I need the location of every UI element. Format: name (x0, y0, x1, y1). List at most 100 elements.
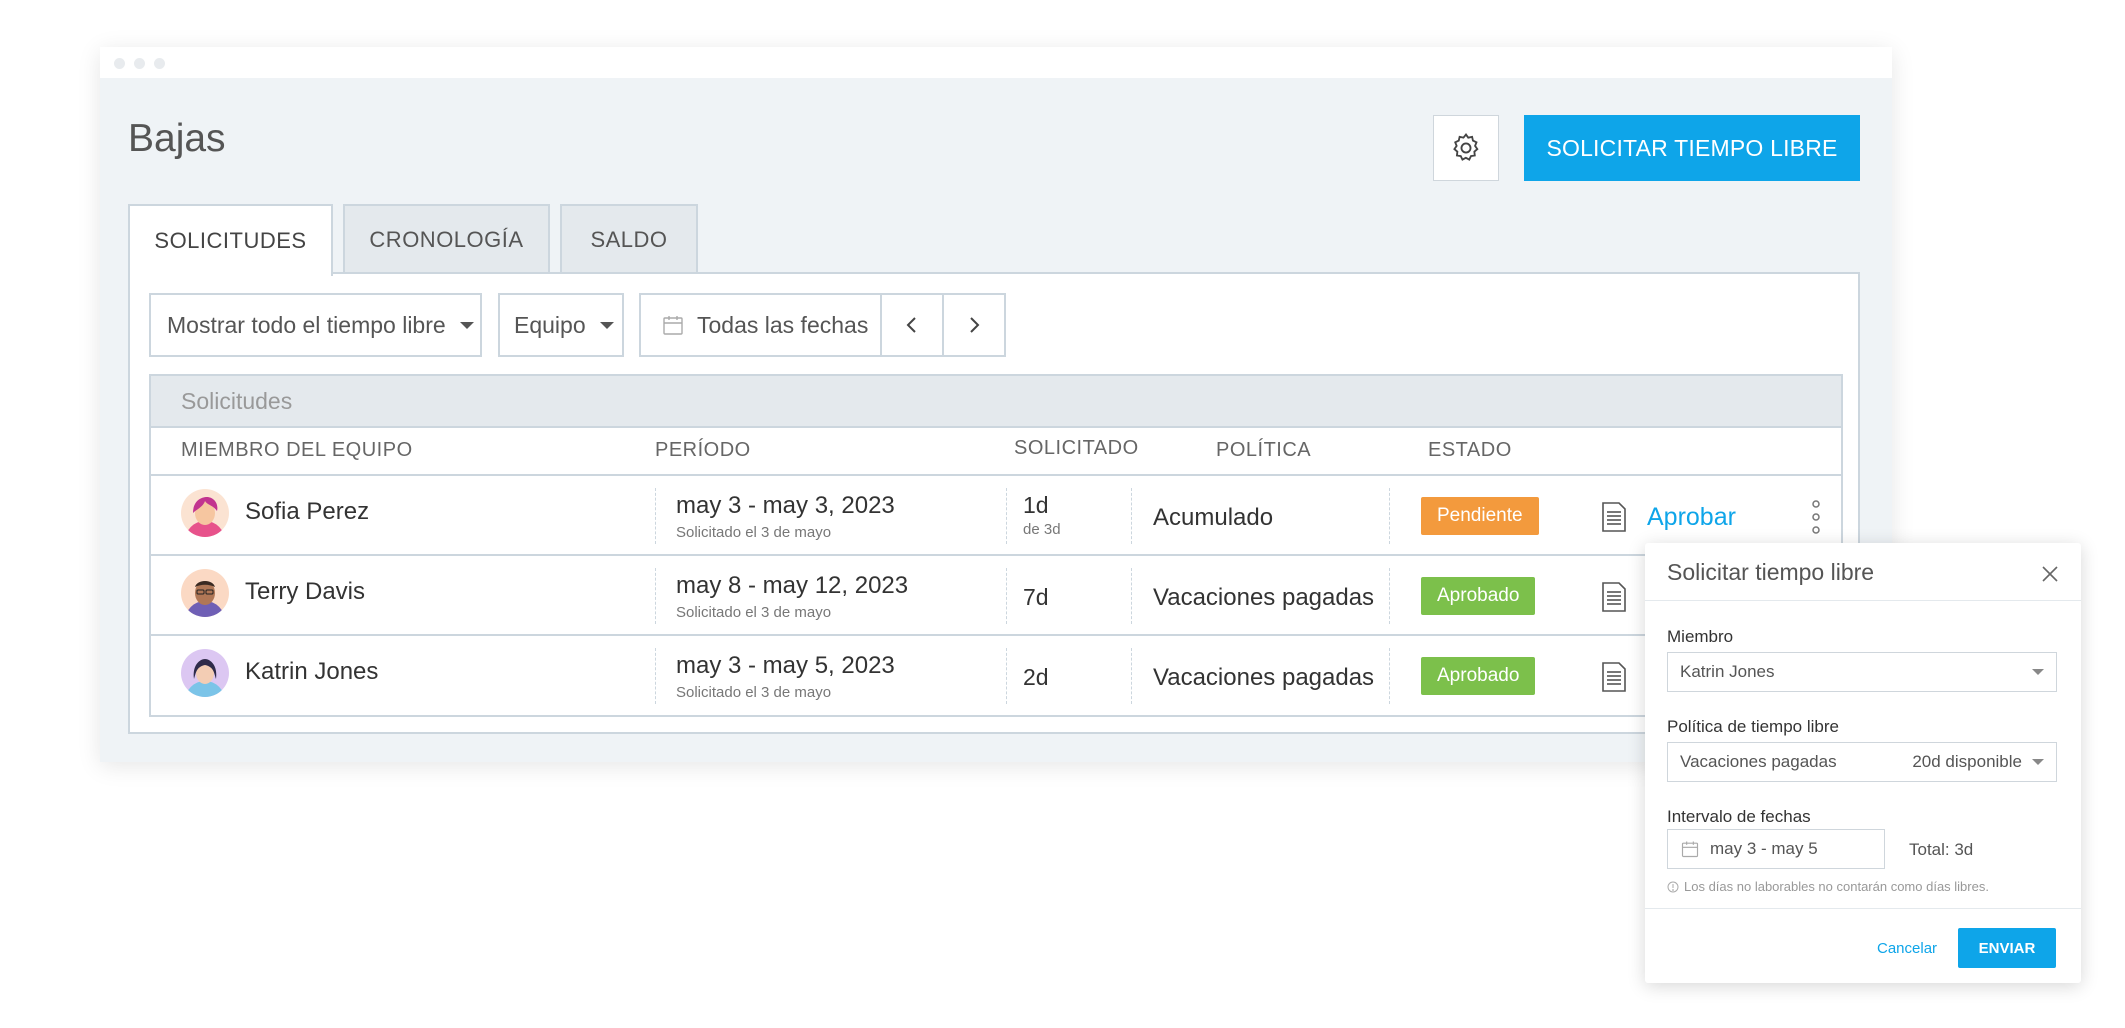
window-dot[interactable] (114, 58, 125, 69)
divider (1389, 648, 1390, 704)
status-badge: Pendiente (1421, 497, 1539, 535)
status-badge: Aprobado (1421, 657, 1536, 695)
date-range-input[interactable]: may 3 - may 5 (1667, 829, 1885, 869)
time-off-type-filter[interactable]: Mostrar todo el tiempo libre (149, 293, 482, 357)
app-window: Bajas SOLICITAR TIEMPO LIBRE SOLICITUDES… (100, 47, 1892, 762)
column-header-period: PERÍODO (655, 439, 751, 461)
requested-on: Solicitado el 3 de mayo (676, 604, 832, 621)
table-row[interactable]: Terry Davis may 8 - may 12, 2023 Solicit… (151, 556, 1841, 636)
team-filter[interactable]: Equipo (498, 293, 624, 357)
member-name: Terry Davis (245, 578, 366, 605)
previous-period-button[interactable] (880, 295, 942, 355)
document-icon[interactable] (1601, 581, 1627, 618)
chevron-left-icon (906, 317, 916, 333)
info-icon (1667, 881, 1679, 892)
window-dot[interactable] (134, 58, 145, 69)
window-controls (114, 58, 165, 69)
chevron-down-icon (599, 321, 614, 329)
requested-amount: 2d (1023, 664, 1049, 690)
requested-amount-total: de 3d (1023, 521, 1061, 538)
requests-table: Solicitudes MIEMBRO DEL EQUIPO PERÍODO S… (149, 374, 1843, 717)
requested-on: Solicitado el 3 de mayo (676, 524, 832, 541)
divider (1131, 488, 1132, 544)
date-range-value: may 3 - may 5 (1710, 839, 1818, 858)
approve-link[interactable]: Aprobar (1647, 503, 1736, 532)
requested-on: Solicitado el 3 de mayo (676, 684, 832, 701)
status-badge: Aprobado (1421, 577, 1536, 615)
policy-name: Vacaciones pagadas (1153, 664, 1375, 691)
policy-select[interactable]: Vacaciones pagadas 20d disponible (1667, 742, 2057, 782)
divider (655, 488, 656, 544)
policy-name: Acumulado (1153, 504, 1274, 531)
table-body: Sofia Perez may 3 - may 3, 2023 Solicita… (151, 476, 1841, 717)
submit-button[interactable]: ENVIAR (1958, 928, 2056, 968)
calendar-icon (663, 316, 683, 335)
policy-available: 20d disponible (1912, 752, 2022, 771)
member-label: Miembro (1667, 627, 1734, 646)
date-filter: Todas las fechas (639, 293, 1006, 357)
chevron-down-icon (459, 321, 474, 329)
request-period: may 3 - may 5, 2023 (676, 652, 895, 679)
dialog-title: Solicitar tiempo libre (1667, 559, 1875, 585)
member-name: Katrin Jones (245, 658, 379, 685)
divider (655, 568, 656, 624)
avatar (181, 489, 229, 537)
column-header-member: MIEMBRO DEL EQUIPO (181, 439, 413, 461)
divider (1006, 488, 1007, 544)
cancel-button[interactable]: Cancelar (1877, 940, 1937, 957)
request-period: may 3 - may 3, 2023 (676, 492, 895, 519)
date-filter-label: Todas las fechas (697, 311, 869, 338)
date-range-label: Intervalo de fechas (1667, 807, 1811, 826)
window-dot[interactable] (154, 58, 165, 69)
divider (1389, 568, 1390, 624)
gear-icon (1453, 133, 1479, 161)
divider (655, 648, 656, 704)
more-options-icon[interactable] (1811, 500, 1821, 539)
page-title: Bajas (128, 117, 226, 160)
request-time-off-button[interactable]: SOLICITAR TIEMPO LIBRE (1524, 115, 1860, 181)
document-icon[interactable] (1601, 661, 1627, 698)
info-note: Los días no laborables no contarán como … (1667, 879, 1989, 894)
tab-saldo[interactable]: SALDO (560, 204, 698, 274)
divider (1389, 488, 1390, 544)
divider (1006, 648, 1007, 704)
requested-amount: 7d (1023, 584, 1049, 610)
close-icon[interactable] (2041, 565, 2059, 588)
divider (1131, 648, 1132, 704)
avatar (181, 649, 229, 697)
total-days: Total: 3d (1909, 840, 1974, 859)
filter-label: Mostrar todo el tiempo libre (167, 311, 446, 338)
member-value: Katrin Jones (1680, 662, 1775, 681)
chevron-down-icon (2032, 759, 2044, 765)
date-range-picker[interactable]: Todas las fechas (641, 295, 880, 355)
requests-panel: Mostrar todo el tiempo libre Equipo Toda… (128, 272, 1860, 734)
chevron-down-icon (2032, 669, 2044, 675)
requested-amount: 1d (1023, 492, 1049, 518)
window-titlebar (100, 47, 1892, 78)
avatar (181, 569, 229, 617)
member-select[interactable]: Katrin Jones (1667, 652, 2057, 692)
request-period: may 8 - may 12, 2023 (676, 572, 909, 599)
document-icon[interactable] (1601, 501, 1627, 538)
table-title: Solicitudes (151, 376, 1841, 428)
tab-solicitudes[interactable]: SOLICITUDES (128, 204, 333, 276)
tab-cronologia[interactable]: CRONOLOGÍA (343, 204, 550, 274)
table-row[interactable]: Katrin Jones may 3 - may 5, 2023 Solicit… (151, 636, 1841, 716)
member-name: Sofia Perez (245, 498, 370, 525)
policy-label: Política de tiempo libre (1667, 717, 1839, 736)
calendar-icon (1681, 841, 1699, 858)
divider (1006, 568, 1007, 624)
next-period-button[interactable] (942, 295, 1004, 355)
column-header-requested: SOLICITADO (1014, 437, 1139, 459)
divider (1131, 568, 1132, 624)
settings-button[interactable] (1433, 115, 1499, 181)
column-header-policy: POLÍTICA (1216, 439, 1312, 461)
policy-name: Vacaciones pagadas (1153, 584, 1375, 611)
chevron-right-icon (970, 317, 980, 333)
table-row[interactable]: Sofia Perez may 3 - may 3, 2023 Solicita… (151, 476, 1841, 556)
dialog-divider (1645, 600, 2081, 601)
request-time-off-dialog: Solicitar tiempo libre Miembro Katrin Jo… (1645, 543, 2081, 983)
dialog-divider (1645, 908, 2081, 909)
info-note-text: Los días no laborables no contarán como … (1684, 879, 1989, 894)
filter-label: Equipo (514, 311, 586, 338)
